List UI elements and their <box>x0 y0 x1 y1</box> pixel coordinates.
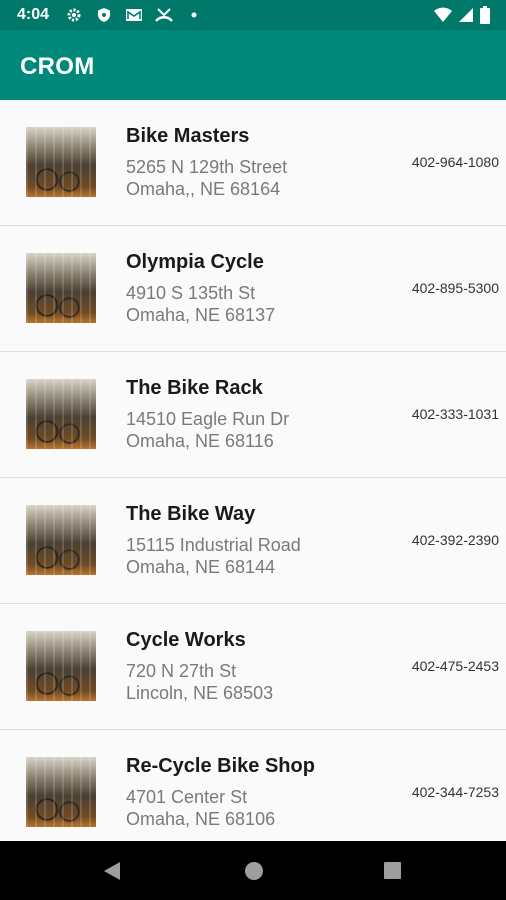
shop-address-line1: 14510 Eagle Run Dr <box>126 409 290 429</box>
shop-address-line1: 4910 S 135th St <box>126 283 256 303</box>
shop-address-line2: Lincoln, NE 68503 <box>126 683 274 703</box>
shop-thumbnail <box>26 757 96 827</box>
shop-phone[interactable]: 402-895-5300 <box>412 280 499 296</box>
shop-name: Olympia Cycle <box>126 251 264 273</box>
missed-call-icon <box>155 6 173 24</box>
shop-address-line2: Omaha, NE 68116 <box>126 431 274 451</box>
shop-name: Bike Masters <box>126 125 250 147</box>
shop-address-line2: Omaha,, NE 68164 <box>126 179 281 199</box>
shop-list[interactable]: Bike Masters 5265 N 129th Street Omaha,,… <box>0 100 506 841</box>
navigation-bar <box>0 841 506 900</box>
list-item[interactable]: The Bike Way 15115 Industrial Road Omaha… <box>0 478 506 604</box>
shop-name: The Bike Way <box>126 503 256 525</box>
wifi-icon <box>434 7 452 28</box>
list-item[interactable]: The Bike Rack 14510 Eagle Run Dr Omaha, … <box>0 352 506 478</box>
shop-name: Cycle Works <box>126 629 246 651</box>
notification-icons <box>65 6 203 24</box>
shop-thumbnail <box>26 253 96 323</box>
shop-thumbnail <box>26 631 96 701</box>
system-icons <box>434 6 490 29</box>
recents-icon[interactable] <box>384 862 401 879</box>
list-item[interactable]: Olympia Cycle 4910 S 135th St Omaha, NE … <box>0 226 506 352</box>
status-time: 4:04 <box>17 6 50 23</box>
shop-thumbnail <box>26 127 96 197</box>
list-item[interactable]: Bike Masters 5265 N 129th Street Omaha,,… <box>0 100 506 226</box>
shop-name: The Bike Rack <box>126 377 263 399</box>
back-icon[interactable] <box>103 861 121 886</box>
app-bar: CROM <box>0 30 506 100</box>
battery-icon <box>480 6 490 29</box>
shop-phone[interactable]: 402-344-7253 <box>412 784 499 800</box>
dot-icon <box>185 6 203 24</box>
shop-phone[interactable]: 402-333-1031 <box>412 406 499 422</box>
settings-icon <box>65 6 83 24</box>
list-item[interactable]: Cycle Works 720 N 27th St Lincoln, NE 68… <box>0 604 506 730</box>
shop-name: Re-Cycle Bike Shop <box>126 755 315 777</box>
list-item[interactable]: Re-Cycle Bike Shop 4701 Center St Omaha,… <box>0 730 506 841</box>
shop-address-line2: Omaha, NE 68144 <box>126 557 276 577</box>
shop-address-line1: 15115 Industrial Road <box>126 535 301 555</box>
mail-icon <box>125 6 143 24</box>
shop-thumbnail <box>26 505 96 575</box>
app-title: CROM <box>20 53 95 80</box>
shield-icon <box>95 6 113 24</box>
shop-address-line2: Omaha, NE 68137 <box>126 305 276 325</box>
shop-address-line1: 4701 Center St <box>126 787 248 807</box>
shop-phone[interactable]: 402-475-2453 <box>412 658 499 674</box>
shop-phone[interactable]: 402-964-1080 <box>412 154 499 170</box>
signal-icon <box>458 7 474 28</box>
shop-address-line1: 720 N 27th St <box>126 661 237 681</box>
status-bar: 4:04 <box>0 0 506 30</box>
shop-address-line1: 5265 N 129th Street <box>126 157 288 177</box>
home-icon[interactable] <box>244 861 264 886</box>
shop-thumbnail <box>26 379 96 449</box>
shop-address-line2: Omaha, NE 68106 <box>126 809 276 829</box>
shop-phone[interactable]: 402-392-2390 <box>412 532 499 548</box>
